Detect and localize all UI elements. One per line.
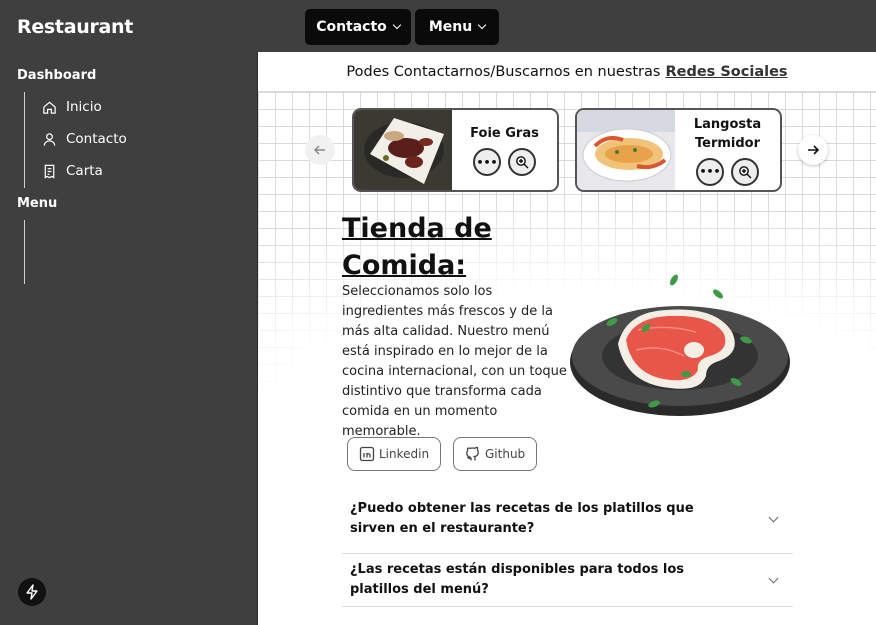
sidebar-section-menu[interactable]: Menu: [17, 196, 57, 211]
zoom-in-icon: [739, 165, 752, 178]
more-button[interactable]: •••: [473, 148, 501, 176]
faq-item[interactable]: ¿Puedo obtener las recetas de los platil…: [342, 485, 793, 554]
arrow-left-icon: [313, 145, 325, 155]
card-title: Foie Gras: [470, 126, 539, 141]
sidebar-item-label: Contacto: [66, 131, 127, 147]
zoom-button[interactable]: [508, 148, 536, 176]
hero-description: Seleccionamos solo los ingredientes más …: [342, 284, 567, 439]
carousel-next-button[interactable]: [798, 135, 828, 165]
github-button[interactable]: Github: [453, 437, 538, 471]
title-line: Tienda de: [342, 213, 492, 244]
more-button[interactable]: •••: [696, 157, 724, 186]
chevron-down-icon: [768, 573, 779, 583]
arrow-right-icon: [808, 145, 820, 155]
home-icon: [43, 101, 56, 114]
bolt-icon: [26, 584, 38, 600]
github-icon: [466, 446, 479, 461]
github-label: Github: [485, 447, 526, 461]
chevron-down-icon: [768, 512, 779, 522]
page-title: Tienda de Comida:: [342, 210, 492, 284]
banner-text: Podes Contactarnos/Buscarnos en nuestras: [346, 63, 661, 80]
linkedin-label: Linkedin: [379, 447, 430, 461]
more-icon: •••: [476, 155, 498, 169]
sidebar-item-inicio[interactable]: Inicio: [42, 99, 102, 115]
steak-plate-image: [570, 274, 790, 416]
sidebar-item-label: Carta: [66, 163, 103, 179]
menu-dropdown-label: Menu: [428, 19, 473, 35]
card-info: Langosta Termidor •••: [675, 110, 780, 190]
title-line: Comida:: [342, 250, 467, 281]
more-icon: •••: [699, 165, 721, 178]
contacto-menu-label: Contacto: [316, 19, 387, 35]
receipt-icon: [44, 164, 55, 179]
faq-question: ¿Las recetas están disponibles para todo…: [350, 562, 685, 597]
sidebar-divider: [24, 220, 25, 284]
brand-title: Restaurant: [17, 16, 134, 38]
sidebar-item-label: Inicio: [66, 99, 102, 115]
contact-banner: Podes Contactarnos/Buscarnos en nuestras…: [258, 52, 876, 92]
zoom-button[interactable]: [731, 157, 759, 186]
sidebar-item-carta[interactable]: Carta: [42, 163, 103, 179]
menu-dropdown-button[interactable]: Menu: [415, 9, 499, 45]
linkedin-icon: [359, 446, 375, 462]
zoom-in-icon: [516, 156, 529, 169]
card-actions: •••: [473, 148, 536, 176]
faq-item[interactable]: ¿Las recetas están disponibles para todo…: [342, 554, 793, 607]
card-actions: •••: [696, 157, 759, 186]
sidebar: Dashboard Inicio Contacto Carta Menu: [0, 52, 257, 625]
carousel-prev-button[interactable]: [305, 135, 335, 165]
chevron-down-icon: [392, 20, 402, 30]
user-icon: [43, 132, 56, 146]
linkedin-button[interactable]: Linkedin: [347, 437, 442, 471]
card-info: Foie Gras •••: [452, 110, 557, 190]
foie-gras-photo: [354, 110, 452, 190]
langosta-photo: [577, 110, 675, 190]
carousel-card-langosta[interactable]: Langosta Termidor •••: [575, 108, 782, 192]
sidebar-divider: [24, 92, 25, 188]
chevron-down-icon: [477, 20, 487, 30]
sidebar-item-contacto[interactable]: Contacto: [42, 131, 127, 147]
card-title: Langosta Termidor: [693, 116, 762, 151]
carousel-card-foie-gras[interactable]: Foie Gras •••: [352, 108, 559, 192]
top-bar: Restaurant Contacto Menu: [0, 0, 876, 52]
faq-question: ¿Puedo obtener las recetas de los platil…: [350, 501, 694, 536]
sidebar-section-dashboard[interactable]: Dashboard: [17, 68, 96, 83]
social-link[interactable]: Redes Sociales: [665, 64, 787, 80]
contacto-menu-button[interactable]: Contacto: [305, 9, 411, 45]
bolt-button[interactable]: [18, 578, 46, 606]
main-content: Podes Contactarnos/Buscarnos en nuestras…: [257, 52, 876, 625]
